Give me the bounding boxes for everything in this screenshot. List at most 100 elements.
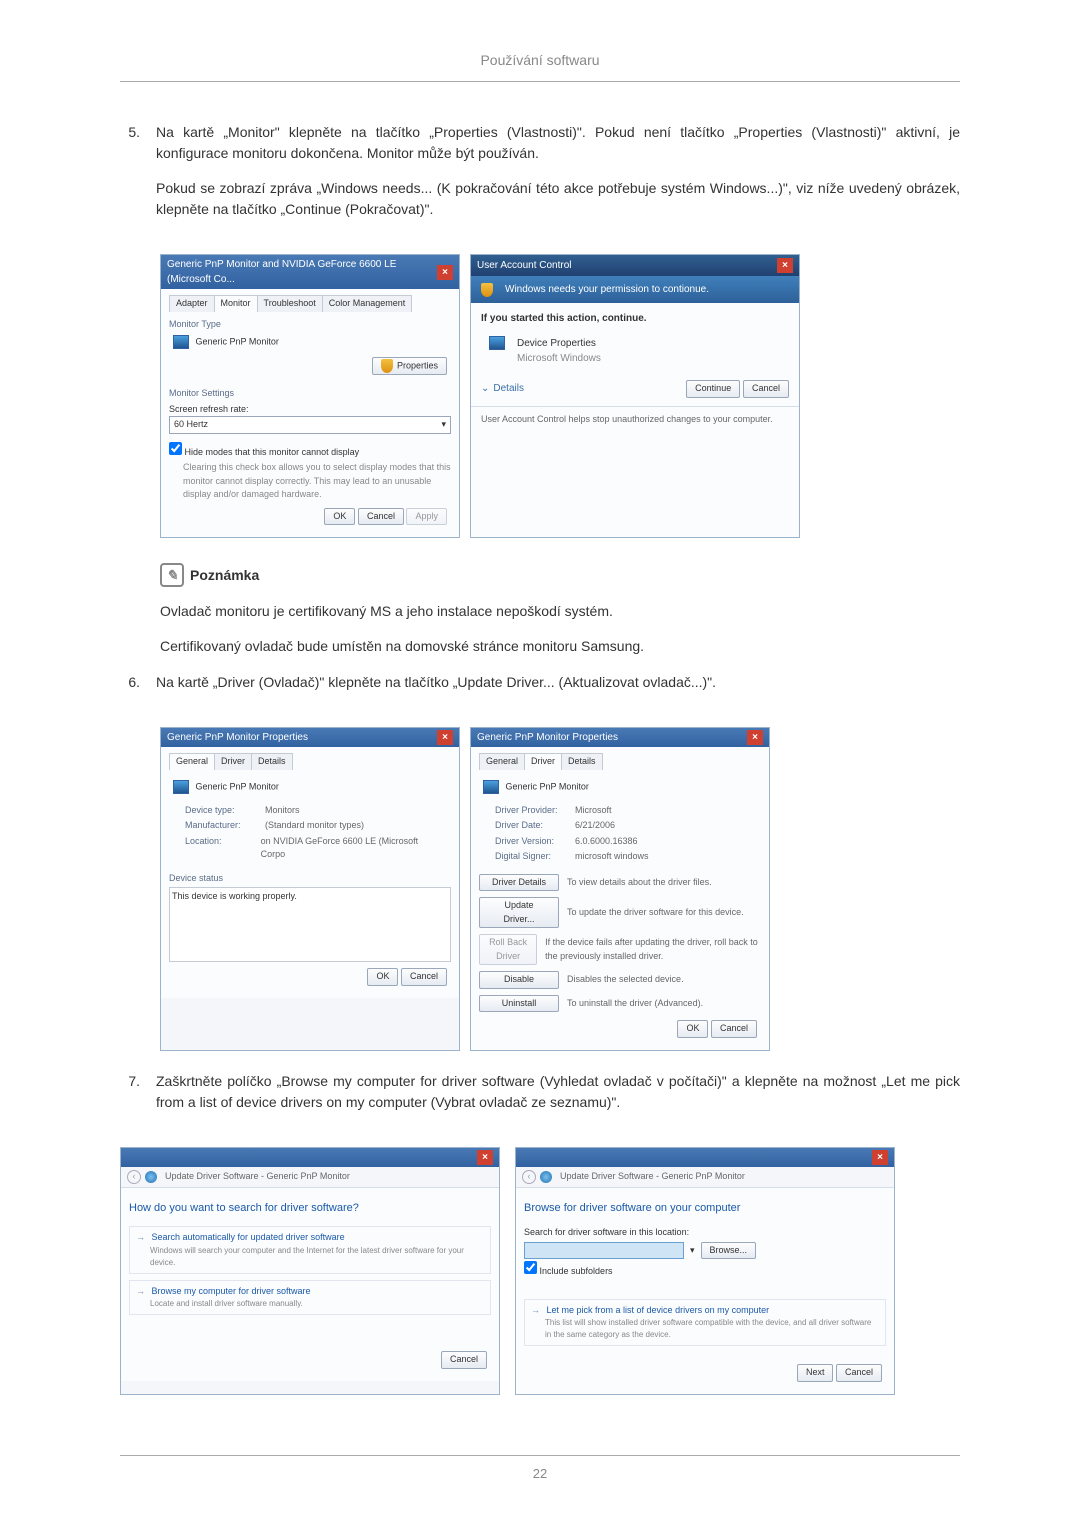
location-label: Location:	[185, 835, 261, 862]
shield-icon	[381, 359, 393, 373]
tab-monitor[interactable]: Monitor	[214, 295, 258, 312]
dropdown-arrow-icon[interactable]: ▾	[690, 1244, 695, 1258]
note-box: ✎ Poznámka Ovladač monitoru je certifiko…	[160, 563, 960, 657]
option-auto-search[interactable]: → Search automatically for updated drive…	[129, 1226, 491, 1274]
option-pick-from-list[interactable]: → Let me pick from a list of device driv…	[524, 1299, 886, 1347]
figure-row-1: Generic PnP Monitor and NVIDIA GeForce 6…	[160, 254, 960, 538]
note-p1: Ovladač monitoru je certifikovaný MS a j…	[160, 601, 960, 622]
ok-button[interactable]: OK	[677, 1020, 708, 1038]
driver-details-desc: To view details about the driver files.	[567, 876, 712, 890]
close-icon[interactable]: ×	[747, 730, 763, 745]
close-icon[interactable]: ×	[477, 1150, 493, 1165]
page-header: Používání softwaru	[120, 50, 960, 82]
properties-button[interactable]: Properties	[372, 357, 447, 375]
cancel-button[interactable]: Cancel	[836, 1364, 882, 1382]
uac-banner-text: Windows needs your permission to contion…	[505, 282, 709, 297]
uninstall-button[interactable]: Uninstall	[479, 995, 559, 1013]
continue-button[interactable]: Continue	[686, 380, 740, 398]
driver-details-button[interactable]: Driver Details	[479, 874, 559, 892]
close-icon[interactable]: ×	[777, 258, 793, 273]
disable-button[interactable]: Disable	[479, 971, 559, 989]
monitor-type-label: Monitor Type	[169, 318, 451, 332]
cancel-button[interactable]: Cancel	[401, 968, 447, 986]
include-subfolders-label: Include subfolders	[540, 1266, 613, 1276]
device-name: Generic PnP Monitor	[196, 781, 279, 791]
date-label: Driver Date:	[495, 819, 575, 833]
option-browse[interactable]: → Browse my computer for driver software…	[129, 1280, 491, 1316]
disable-desc: Disables the selected device.	[567, 973, 684, 987]
refresh-rate-label: Screen refresh rate:	[169, 403, 451, 417]
uac-item-name: Device Properties	[517, 336, 601, 351]
device-icon	[489, 336, 505, 350]
globe-icon	[540, 1171, 552, 1183]
include-subfolders-checkbox[interactable]	[524, 1261, 537, 1274]
step-5-p1: Na kartě „Monitor" klepněte na tlačítko …	[156, 122, 960, 164]
next-button[interactable]: Next	[797, 1364, 834, 1382]
tab-adapter[interactable]: Adapter	[169, 295, 215, 312]
tab-bar: Adapter Monitor Troubleshoot Color Manag…	[169, 295, 451, 312]
browse-button[interactable]: Browse...	[701, 1242, 757, 1260]
cancel-button[interactable]: Cancel	[441, 1351, 487, 1369]
tab-general[interactable]: General	[169, 753, 215, 770]
cancel-button[interactable]: Cancel	[358, 508, 404, 526]
props-driver-dialog: Generic PnP Monitor Properties × General…	[470, 727, 770, 1051]
cancel-button[interactable]: Cancel	[711, 1020, 757, 1038]
update-wizard-browse: × ‹ Update Driver Software - Generic PnP…	[515, 1147, 895, 1395]
location-input[interactable]	[524, 1242, 684, 1260]
version-value: 6.0.6000.16386	[575, 835, 638, 849]
note-title: Poznámka	[190, 565, 259, 586]
tab-details[interactable]: Details	[251, 753, 293, 770]
back-icon[interactable]: ‹	[522, 1170, 536, 1184]
tab-troubleshoot[interactable]: Troubleshoot	[257, 295, 323, 312]
back-icon[interactable]: ‹	[127, 1170, 141, 1184]
option-title: Let me pick from a list of device driver…	[547, 1305, 770, 1315]
apply-button[interactable]: Apply	[406, 508, 447, 526]
close-icon[interactable]: ×	[437, 730, 453, 745]
tab-driver[interactable]: Driver	[214, 753, 252, 770]
refresh-rate-dropdown[interactable]: 60 Hertz ▾	[169, 416, 451, 434]
tab-details[interactable]: Details	[561, 753, 603, 770]
signer-label: Digital Signer:	[495, 850, 575, 864]
monitor-icon	[483, 780, 499, 794]
uninstall-desc: To uninstall the driver (Advanced).	[567, 997, 703, 1011]
monitor-dialog: Generic PnP Monitor and NVIDIA GeForce 6…	[160, 254, 460, 538]
tab-general[interactable]: General	[479, 753, 525, 770]
step-6-p1: Na kartě „Driver (Ovladač)" klepněte na …	[156, 672, 960, 693]
tab-bar: General Driver Details	[479, 753, 761, 770]
manufacturer-value: (Standard monitor types)	[265, 819, 364, 833]
arrow-icon: →	[136, 1232, 145, 1242]
dialog-title: Generic PnP Monitor and NVIDIA GeForce 6…	[167, 257, 437, 287]
close-icon[interactable]: ×	[872, 1150, 888, 1165]
device-status-label: Device status	[169, 872, 451, 886]
tab-bar: General Driver Details	[169, 753, 451, 770]
figure-row-2: Generic PnP Monitor Properties × General…	[160, 727, 960, 1051]
step-5: 5. Na kartě „Monitor" klepněte na tlačít…	[120, 122, 960, 234]
update-driver-button[interactable]: Update Driver...	[479, 897, 559, 928]
wizard-heading: How do you want to search for driver sof…	[129, 1200, 491, 1217]
hide-modes-checkbox[interactable]	[169, 442, 182, 455]
tab-driver[interactable]: Driver	[524, 753, 562, 770]
ok-button[interactable]: OK	[324, 508, 355, 526]
dialog-title: Generic PnP Monitor Properties	[477, 730, 618, 745]
uac-title-text: User Account Control	[477, 258, 572, 273]
breadcrumb: ‹ Update Driver Software - Generic PnP M…	[121, 1167, 499, 1188]
page-number: 22	[120, 1455, 960, 1484]
device-status-text: This device is working properly.	[169, 887, 451, 962]
option-desc: Locate and install driver software manua…	[136, 1298, 484, 1310]
close-icon[interactable]: ×	[437, 265, 453, 280]
tab-color-management[interactable]: Color Management	[322, 295, 413, 312]
update-wizard-search: × ‹ Update Driver Software - Generic PnP…	[120, 1147, 500, 1395]
ok-button[interactable]: OK	[367, 968, 398, 986]
manufacturer-label: Manufacturer:	[185, 819, 265, 833]
signer-value: microsoft windows	[575, 850, 649, 864]
cancel-button[interactable]: Cancel	[743, 380, 789, 398]
provider-value: Microsoft	[575, 804, 612, 818]
shield-icon	[481, 283, 493, 297]
rollback-button[interactable]: Roll Back Driver	[479, 934, 537, 965]
option-desc: Windows will search your computer and th…	[136, 1245, 484, 1269]
uac-started-text: If you started this action, continue.	[481, 311, 789, 326]
details-expand[interactable]: ⌄ Details	[481, 381, 524, 396]
figure-row-3: × ‹ Update Driver Software - Generic PnP…	[120, 1147, 960, 1395]
location-value: on NVIDIA GeForce 6600 LE (Microsoft Cor…	[261, 835, 435, 862]
hide-modes-desc: Clearing this check box allows you to se…	[169, 461, 451, 502]
